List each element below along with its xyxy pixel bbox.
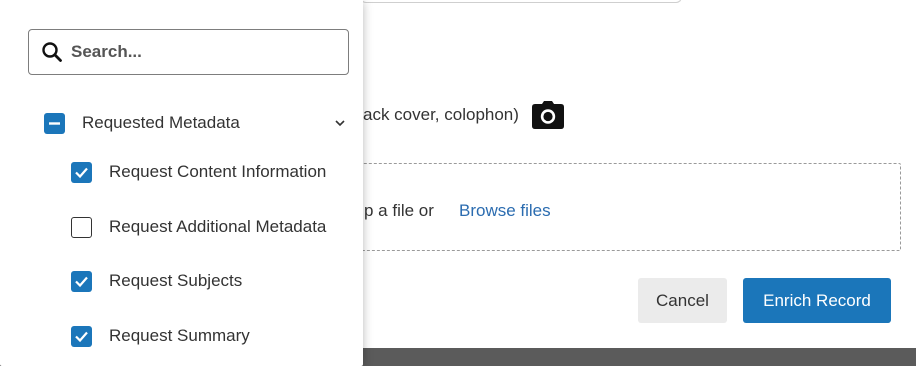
option-request-subjects[interactable]: Request Subjects xyxy=(71,266,242,296)
search-icon xyxy=(41,41,63,63)
group-label: Requested Metadata xyxy=(82,113,240,132)
option-request-summary[interactable]: Request Summary xyxy=(71,321,250,351)
group-requested-metadata[interactable]: Requested Metadata xyxy=(44,108,355,138)
option-request-content-information[interactable]: Request Content Information xyxy=(71,157,326,187)
checkbox-content-information[interactable] xyxy=(71,161,92,183)
option-label: Request Additional Metadata xyxy=(109,217,327,236)
checkbox-subjects[interactable] xyxy=(71,270,92,292)
instruction-text: ack cover, colophon) xyxy=(363,105,519,124)
cancel-button[interactable]: Cancel xyxy=(638,278,727,323)
group-checkbox[interactable] xyxy=(44,112,65,134)
enrich-record-button[interactable]: Enrich Record xyxy=(743,278,891,323)
text-field-edge[interactable] xyxy=(360,0,682,3)
search-box[interactable] xyxy=(28,29,349,75)
option-label: Request Subjects xyxy=(109,271,243,290)
option-label: Request Content Information xyxy=(109,162,327,181)
upload-instruction: ack cover, colophon) xyxy=(363,100,565,130)
checkbox-summary[interactable] xyxy=(71,325,92,347)
checkbox-additional-metadata[interactable] xyxy=(71,216,92,238)
option-label: Request Summary xyxy=(109,326,250,345)
camera-icon[interactable] xyxy=(531,100,565,130)
metadata-dropdown: Requested Metadata Request Content Infor… xyxy=(0,0,363,366)
browse-files-link[interactable]: Browse files xyxy=(459,201,551,221)
chevron-down-icon[interactable] xyxy=(333,116,347,130)
drop-text: p a file or xyxy=(364,201,434,220)
search-input[interactable] xyxy=(69,41,333,63)
option-request-additional-metadata[interactable]: Request Additional Metadata xyxy=(71,212,326,242)
